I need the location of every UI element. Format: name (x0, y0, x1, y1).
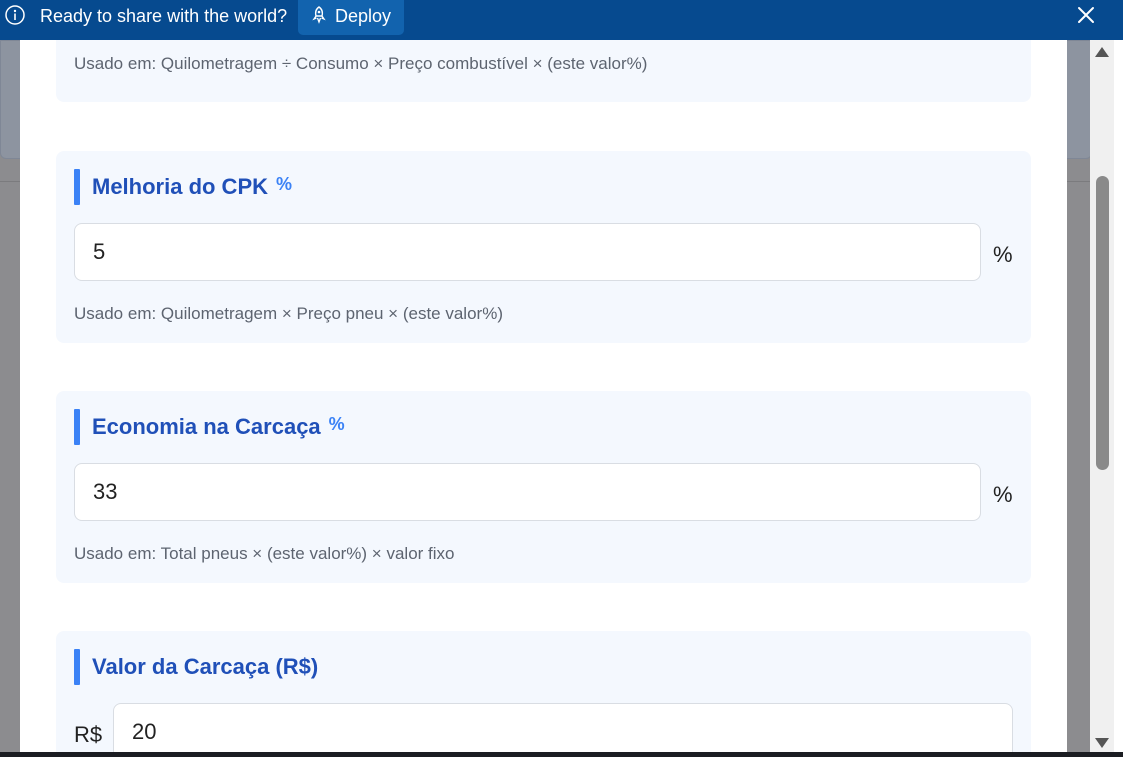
scrollbar-thumb[interactable] (1096, 176, 1109, 470)
deploy-button-label: Deploy (335, 6, 392, 26)
carcass-savings-card: Economia na Carcaça % 33 % Usado em: Tot… (56, 391, 1031, 583)
fuel-help-text: Usado em: Quilometragem ÷ Consumo × Preç… (74, 54, 648, 73)
scroll-up-arrow-icon[interactable] (1095, 47, 1109, 57)
cpk-card-title: Melhoria do CPK % (74, 169, 292, 205)
carcass-value-input[interactable]: 20 (113, 703, 1013, 752)
close-icon[interactable] (1075, 4, 1097, 26)
window-bottom-edge (0, 752, 1123, 757)
currency-prefix: R$ (74, 722, 103, 747)
rocket-icon (312, 6, 326, 24)
cpk-improvement-input[interactable]: 5 (74, 223, 981, 281)
percent-unit: % (993, 482, 1013, 507)
notification-message: Ready to share with the world? (40, 6, 288, 26)
carcass-value-title: Valor da Carcaça (R$) (74, 649, 318, 685)
percent-icon: % (276, 173, 293, 194)
accent-bar (74, 649, 80, 685)
carcass-value-card: Valor da Carcaça (R$) R$ 20 (56, 631, 1031, 752)
window-edge (1114, 40, 1123, 752)
percent-icon: % (328, 413, 345, 434)
scroll-down-arrow-icon[interactable] (1095, 738, 1109, 748)
info-icon (5, 5, 25, 25)
percent-unit: % (993, 242, 1013, 267)
carcass-savings-title: Economia na Carcaça % (74, 409, 345, 445)
fuel-card: Usado em: Quilometragem ÷ Consumo × Preç… (56, 40, 1031, 102)
carcass-savings-input[interactable]: 33 (74, 463, 981, 521)
carcass-savings-help-text: Usado em: Total pneus × (este valor%) × … (74, 544, 455, 563)
accent-bar (74, 169, 80, 205)
cpk-help-text: Usado em: Quilometragem × Preço pneu × (… (74, 304, 503, 323)
deploy-button[interactable]: Deploy (298, 0, 404, 35)
card-title-text: Valor da Carcaça (R$) (92, 654, 319, 679)
accent-bar (74, 409, 80, 445)
cpk-improvement-card: Melhoria do CPK % 5 % Usado em: Quilomet… (56, 151, 1031, 343)
card-title-text: Economia na Carcaça (92, 414, 321, 439)
settings-modal: Usado em: Quilometragem ÷ Consumo × Preç… (20, 40, 1067, 752)
card-title-text: Melhoria do CPK (92, 174, 269, 199)
deploy-notification-bar: Ready to share with the world? Deploy (0, 0, 1123, 40)
